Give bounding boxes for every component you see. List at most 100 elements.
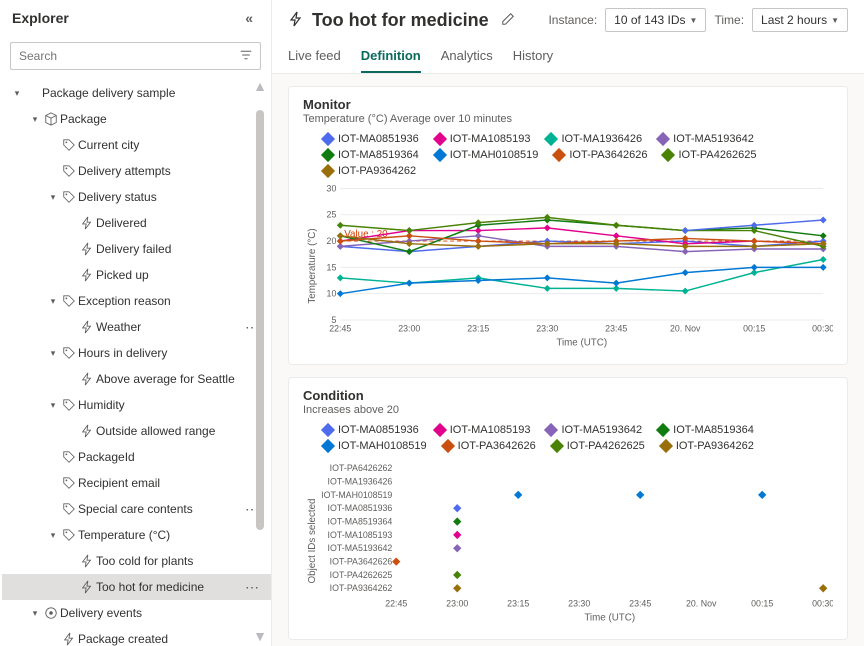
condition-chart: IOT-PA6426262IOT-MA1936426IOT-MAH0108519… bbox=[303, 456, 833, 626]
tree-label: Delivery status bbox=[78, 190, 241, 204]
legend-swatch bbox=[550, 439, 564, 453]
legend-item[interactable]: IOT-MA1085193 bbox=[435, 424, 531, 436]
tabs: Live feed Definition Analytics History bbox=[272, 40, 864, 74]
legend-label: IOT-MA0851936 bbox=[338, 424, 419, 436]
bolt-icon bbox=[60, 632, 78, 646]
legend-item[interactable]: IOT-MA5193642 bbox=[658, 133, 754, 145]
circle-dot-icon bbox=[42, 606, 60, 621]
chevron-icon[interactable]: ▾ bbox=[46, 296, 60, 307]
tree-item[interactable]: Outside allowed range⋯ bbox=[2, 418, 271, 444]
chevron-icon[interactable]: ▾ bbox=[46, 348, 60, 359]
tree-item[interactable]: Weather⋯ bbox=[2, 314, 271, 340]
tree-label: Package delivery sample bbox=[42, 86, 241, 100]
svg-text:IOT-MA5193642: IOT-MA5193642 bbox=[328, 543, 393, 553]
tree-item[interactable]: ▾Package delivery sample⋯ bbox=[2, 80, 271, 106]
legend-item[interactable]: IOT-PA3642626 bbox=[443, 440, 536, 452]
legend-label: IOT-MAH0108519 bbox=[450, 149, 539, 161]
scroll-thumb[interactable] bbox=[256, 110, 264, 530]
collapse-sidebar-button[interactable]: « bbox=[239, 8, 259, 28]
tree-item[interactable]: Too hot for medicine⋯ bbox=[2, 574, 271, 600]
tab-history[interactable]: History bbox=[513, 40, 553, 73]
chevron-icon[interactable]: ▾ bbox=[46, 192, 60, 203]
tab-definition[interactable]: Definition bbox=[361, 40, 421, 73]
legend-item[interactable]: IOT-MA0851936 bbox=[323, 133, 419, 145]
legend-item[interactable]: IOT-MA1085193 bbox=[435, 133, 531, 145]
tree-item[interactable]: Delivered⋯ bbox=[2, 210, 271, 236]
svg-text:Temperature (°C): Temperature (°C) bbox=[307, 228, 318, 303]
chevron-icon[interactable]: ▾ bbox=[46, 530, 60, 541]
time-label: Time: bbox=[714, 13, 744, 27]
tree-item[interactable]: Above average for Seattle⋯ bbox=[2, 366, 271, 392]
tab-live-feed[interactable]: Live feed bbox=[288, 40, 341, 73]
tree-item[interactable]: Recipient email⋯ bbox=[2, 470, 271, 496]
time-select[interactable]: Last 2 hours ▼ bbox=[752, 8, 848, 32]
legend-item[interactable]: IOT-PA3642626 bbox=[554, 149, 647, 161]
scroll-up-arrow[interactable]: ▲ bbox=[251, 76, 269, 96]
page-title: Too hot for medicine bbox=[312, 10, 489, 31]
tree-label: Special care contents bbox=[78, 502, 241, 516]
legend-item[interactable]: IOT-PA9364262 bbox=[323, 165, 416, 177]
svg-text:20. Nov: 20. Nov bbox=[670, 324, 701, 334]
scroll-track[interactable] bbox=[256, 100, 264, 622]
svg-text:Time (UTC): Time (UTC) bbox=[556, 338, 607, 349]
tree-item[interactable]: PackageId⋯ bbox=[2, 444, 271, 470]
tree-item[interactable]: Delivery attempts⋯ bbox=[2, 158, 271, 184]
tree-item[interactable]: Picked up⋯ bbox=[2, 262, 271, 288]
legend-item[interactable]: IOT-MA8519364 bbox=[323, 149, 419, 161]
svg-text:IOT-PA4262625: IOT-PA4262625 bbox=[330, 570, 393, 580]
instance-select[interactable]: 10 of 143 IDs ▼ bbox=[605, 8, 706, 32]
tag-icon bbox=[60, 398, 78, 413]
chevron-icon[interactable]: ▾ bbox=[46, 400, 60, 411]
legend-item[interactable]: IOT-MAH0108519 bbox=[323, 440, 427, 452]
content[interactable]: Monitor Temperature (°C) Average over 10… bbox=[272, 74, 864, 646]
tree-item[interactable]: ▾Package⋯ bbox=[2, 106, 271, 132]
legend-item[interactable]: IOT-MA0851936 bbox=[323, 424, 419, 436]
tree-item[interactable]: ▾Delivery events⋯ bbox=[2, 600, 271, 626]
tree-item[interactable]: ▾Exception reason⋯ bbox=[2, 288, 271, 314]
svg-text:10: 10 bbox=[327, 289, 337, 299]
tree-label: Current city bbox=[78, 138, 241, 152]
chevron-icon[interactable]: ▾ bbox=[10, 88, 24, 99]
legend-item[interactable]: IOT-MA5193642 bbox=[546, 424, 642, 436]
legend-item[interactable]: IOT-MA8519364 bbox=[658, 424, 754, 436]
filter-icon[interactable] bbox=[240, 49, 252, 64]
tree-label: Exception reason bbox=[78, 294, 241, 308]
tree-item[interactable]: Package created⋯ bbox=[2, 626, 271, 646]
legend-item[interactable]: IOT-PA4262625 bbox=[663, 149, 756, 161]
svg-text:20. Nov: 20. Nov bbox=[686, 599, 717, 609]
edit-title-button[interactable] bbox=[501, 12, 515, 29]
bolt-icon bbox=[78, 580, 96, 595]
search-box[interactable] bbox=[10, 42, 261, 70]
legend-swatch bbox=[321, 439, 335, 453]
monitor-title: Monitor bbox=[303, 97, 833, 112]
legend-label: IOT-MA5193642 bbox=[673, 133, 754, 145]
main-header: Too hot for medicine Instance: 10 of 143… bbox=[272, 0, 864, 40]
tree-item[interactable]: ▾Hours in delivery⋯ bbox=[2, 340, 271, 366]
legend-label: IOT-MA1085193 bbox=[450, 133, 531, 145]
legend-item[interactable]: IOT-PA4262625 bbox=[552, 440, 645, 452]
tree-item[interactable]: Delivery failed⋯ bbox=[2, 236, 271, 262]
tree-item[interactable]: ▾Delivery status⋯ bbox=[2, 184, 271, 210]
tree-label: Weather bbox=[96, 320, 241, 334]
legend-item[interactable]: IOT-MA1936426 bbox=[546, 133, 642, 145]
bolt-icon bbox=[78, 424, 96, 439]
tree-item[interactable]: ▾Temperature (°C)⋯ bbox=[2, 522, 271, 548]
scroll-down-arrow[interactable]: ▼ bbox=[251, 626, 269, 646]
tree-label: Recipient email bbox=[78, 476, 241, 490]
legend-swatch bbox=[544, 423, 558, 437]
chevron-icon[interactable]: ▾ bbox=[28, 114, 42, 125]
search-input[interactable] bbox=[19, 49, 240, 63]
svg-text:23:15: 23:15 bbox=[467, 324, 489, 334]
chevron-icon[interactable]: ▾ bbox=[28, 608, 42, 619]
tree-label: Too cold for plants bbox=[96, 554, 241, 568]
legend-swatch bbox=[321, 164, 335, 178]
legend-label: IOT-MA0851936 bbox=[338, 133, 419, 145]
tree-item[interactable]: Special care contents⋯ bbox=[2, 496, 271, 522]
tree-item[interactable]: Current city⋯ bbox=[2, 132, 271, 158]
tab-analytics[interactable]: Analytics bbox=[441, 40, 493, 73]
legend-item[interactable]: IOT-MAH0108519 bbox=[435, 149, 539, 161]
legend-label: IOT-PA3642626 bbox=[569, 149, 647, 161]
legend-item[interactable]: IOT-PA9364262 bbox=[661, 440, 754, 452]
tree-item[interactable]: Too cold for plants⋯ bbox=[2, 548, 271, 574]
tree-item[interactable]: ▾Humidity⋯ bbox=[2, 392, 271, 418]
